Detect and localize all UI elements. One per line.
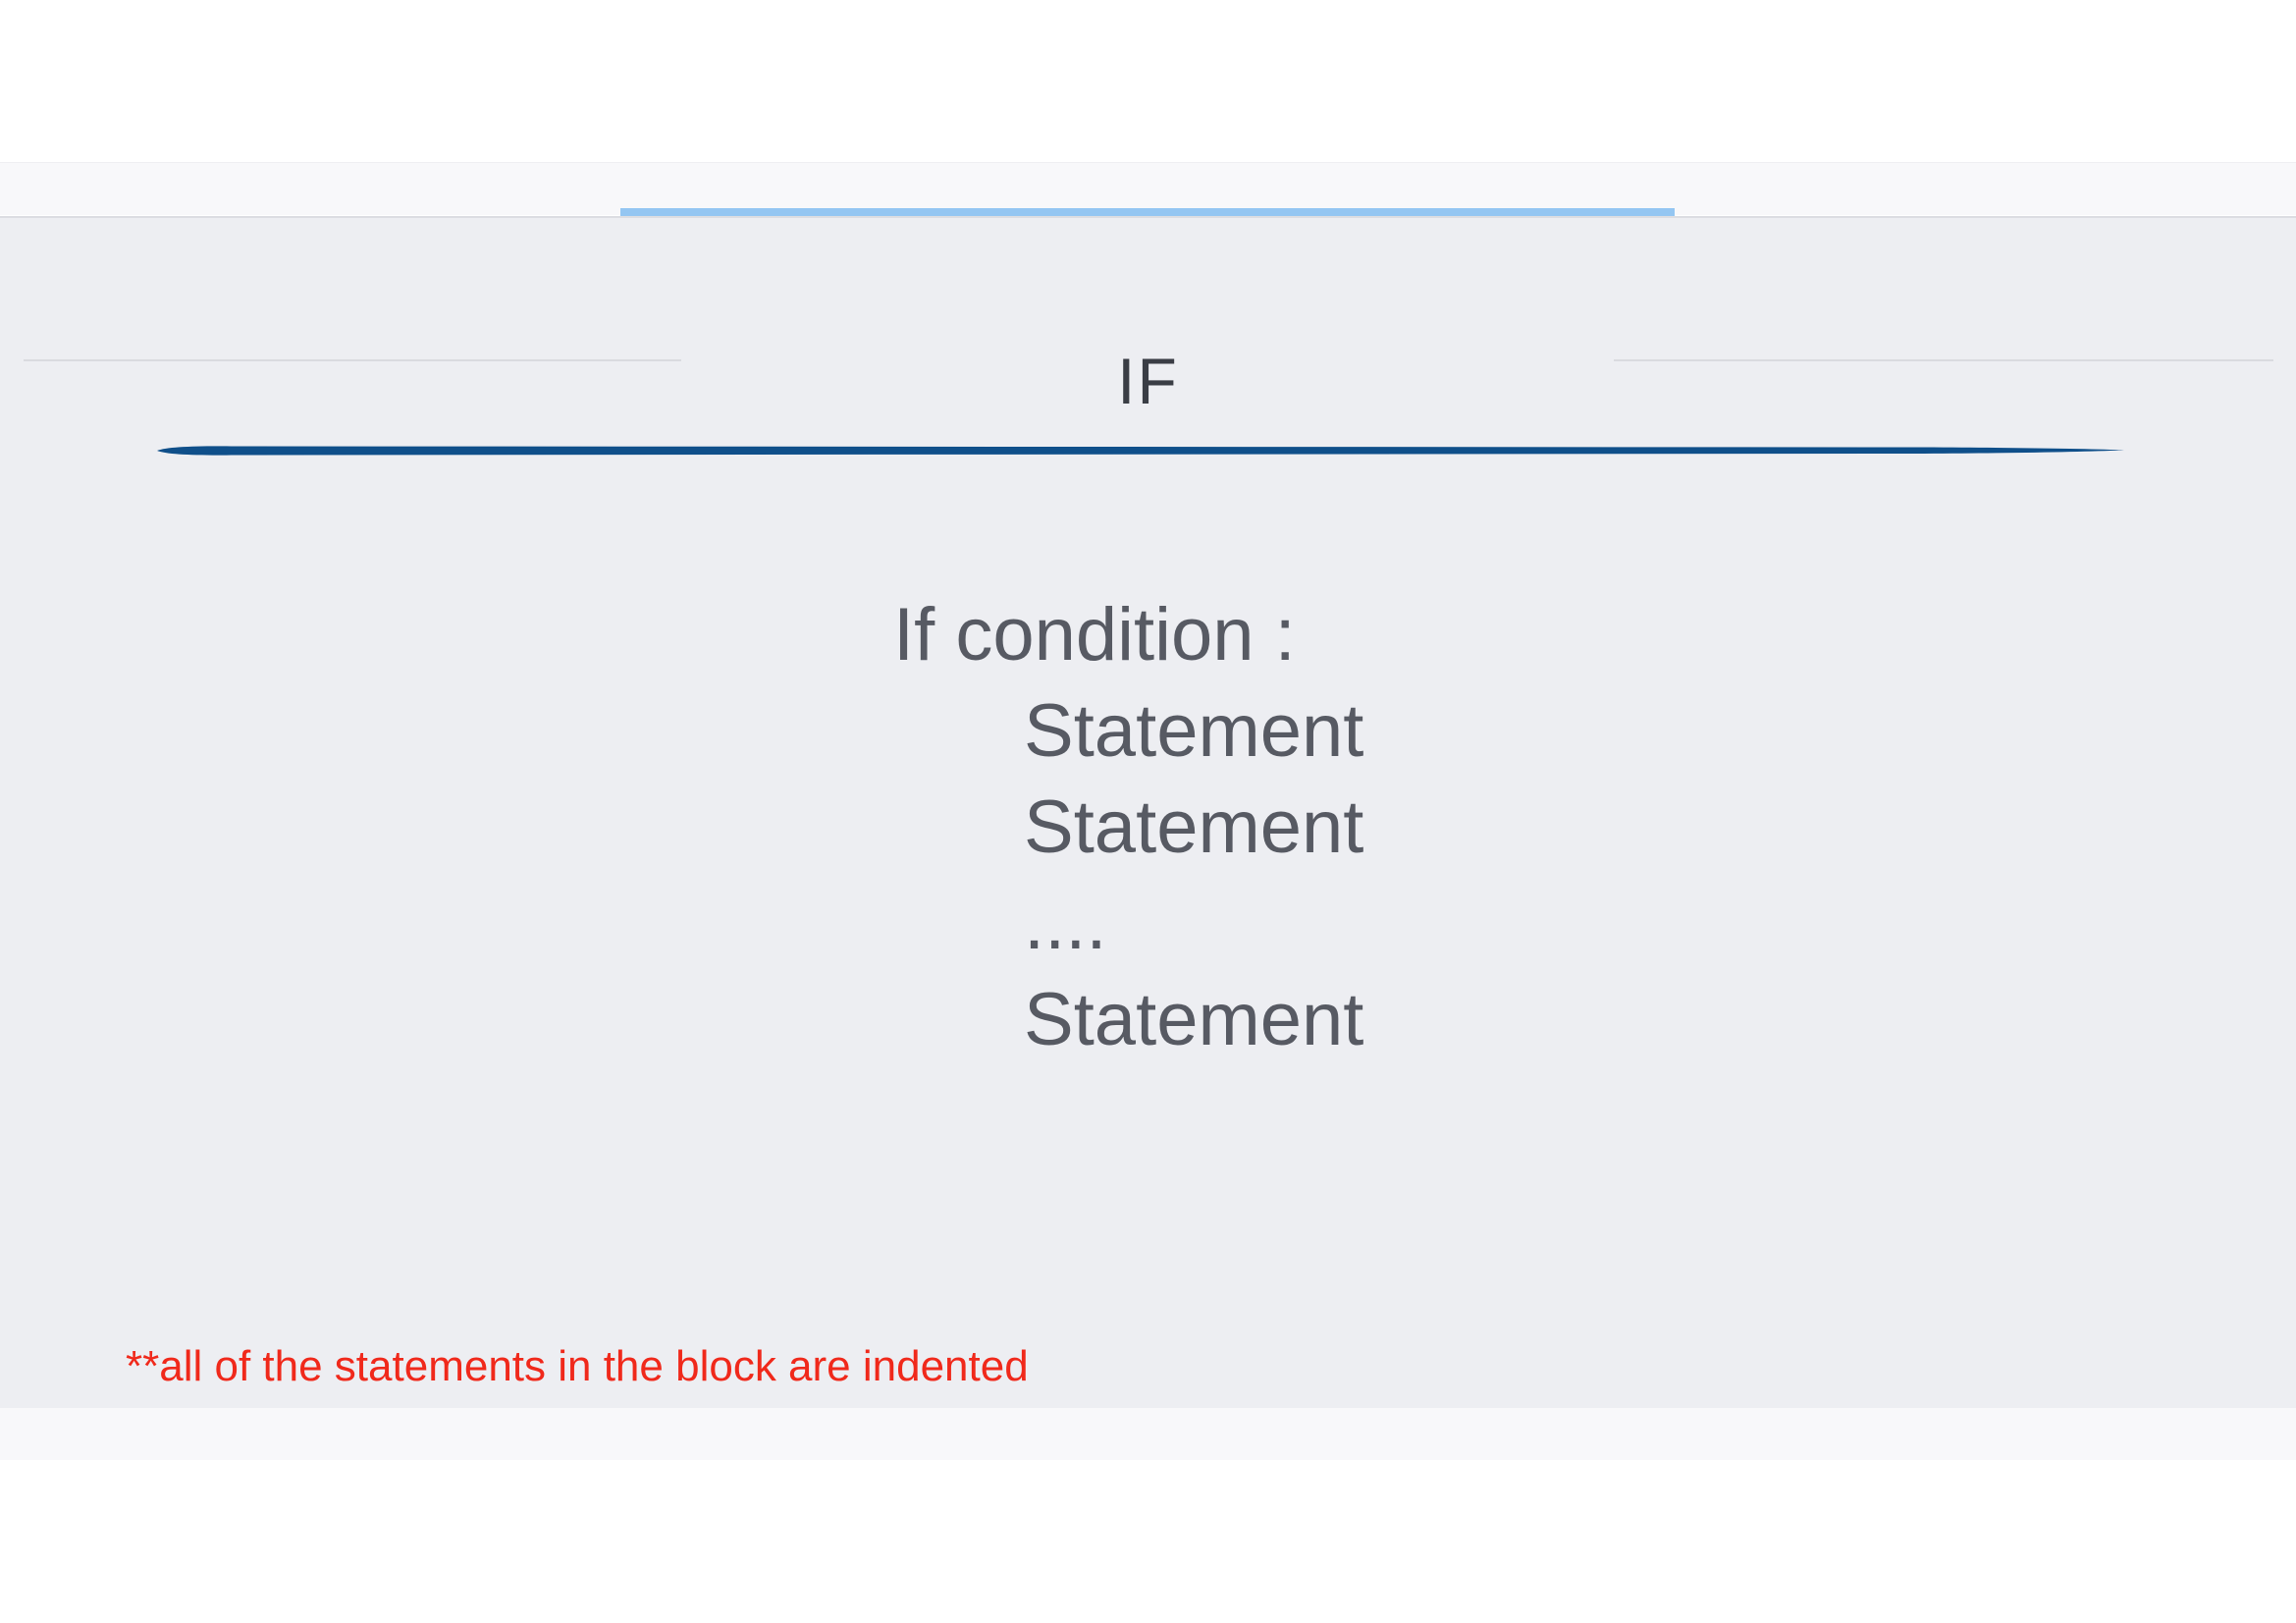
bottom-strip bbox=[0, 1408, 2296, 1460]
code-line-statement: Statement bbox=[1024, 689, 1364, 773]
code-line-ellipsis: .... bbox=[1024, 882, 1107, 965]
top-strip bbox=[0, 162, 2296, 215]
code-line-statement: Statement bbox=[1024, 785, 1364, 869]
slide-title: IF bbox=[1117, 345, 1179, 417]
code-line-statement: Statement bbox=[1024, 978, 1364, 1061]
code-line-condition: If condition : bbox=[893, 593, 1296, 676]
title-underline bbox=[157, 446, 2124, 456]
footnote: **all of the statements in the block are… bbox=[126, 1342, 1029, 1390]
code-block: If condition : Statement Statement .... … bbox=[893, 587, 1363, 1068]
